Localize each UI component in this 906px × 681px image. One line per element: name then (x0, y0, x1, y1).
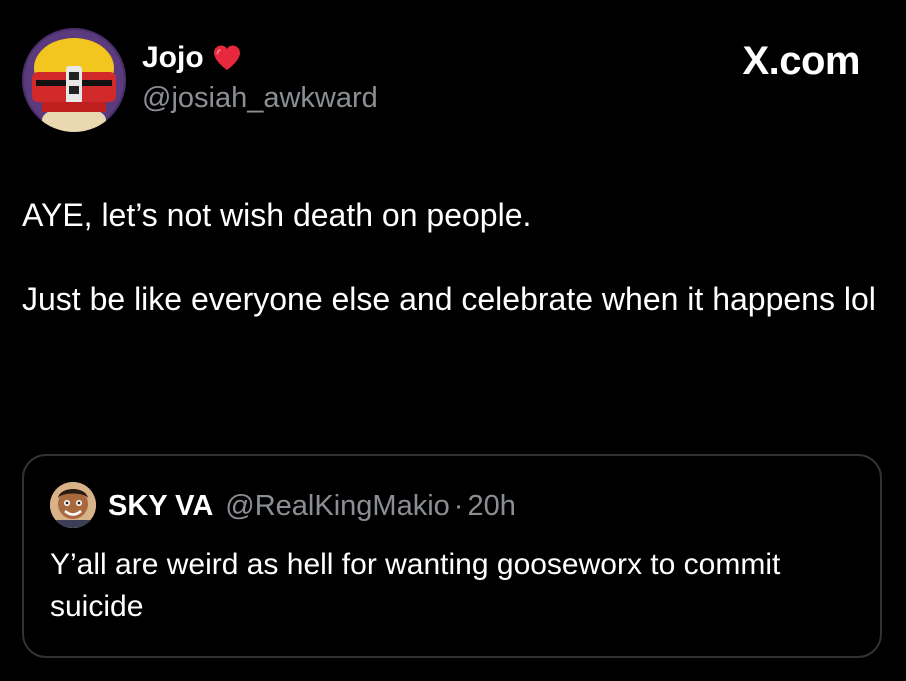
quoted-author-avatar-image (50, 482, 96, 528)
tweet-paragraph: Just be like everyone else and celebrate… (22, 281, 876, 317)
quoted-tweet-text: Y’all are weird as hell for wanting goos… (50, 548, 781, 623)
heart-icon (213, 45, 240, 70)
author-handle[interactable]: @josiah_awkward (142, 80, 378, 116)
quoted-author-avatar[interactable] (50, 482, 96, 528)
quoted-tweet-card[interactable]: SKY VA @RealKingMakio · 20h Y’all are we… (22, 454, 882, 658)
quoted-tweet-meta: @RealKingMakio · 20h (225, 486, 516, 526)
author-avatar-image (22, 28, 126, 132)
tweet-body: AYE, let’s not wish death on people. Jus… (22, 194, 882, 362)
meta-separator: · (453, 490, 464, 522)
quoted-author-display-name[interactable]: SKY VA (108, 486, 213, 526)
tweet-paragraph: AYE, let’s not wish death on people. (22, 197, 532, 233)
quoted-tweet-header: SKY VA @RealKingMakio · 20h (108, 486, 516, 526)
author-name-row: Jojo (142, 40, 242, 76)
author-avatar[interactable] (22, 28, 126, 132)
quoted-author-handle[interactable]: @RealKingMakio (225, 486, 449, 526)
tweet-post: Jojo @josiah_awkward X.com AYE, let’s no… (0, 0, 906, 681)
x-com-logo: X.com (742, 39, 860, 83)
quoted-tweet-timestamp[interactable]: 20h (467, 486, 515, 526)
author-display-name[interactable]: Jojo (142, 40, 204, 76)
